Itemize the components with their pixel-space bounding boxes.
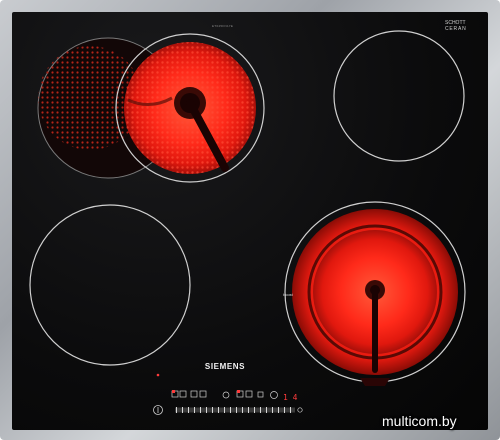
serial-number-text: ET645FN17E [212, 24, 234, 28]
schott-ceran-logo: SCHOTT CERAN [445, 20, 467, 32]
timer-display: 1 4 [283, 393, 298, 402]
cooktop-zones-svg [29, 30, 466, 415]
zone-select-icon-4[interactable] [199, 390, 207, 398]
rear-left-zone [37, 33, 265, 183]
rear-right-zone [333, 30, 465, 162]
power-slider[interactable] [175, 407, 295, 413]
brand-logo: SIEMENS [204, 362, 246, 371]
schott-logo-line2: CERAN [445, 26, 467, 32]
zone-select-icon-3[interactable] [190, 390, 198, 398]
front-right-zone [284, 201, 466, 386]
zone-select-icon-2[interactable] [179, 390, 187, 398]
lock-icon[interactable] [257, 391, 264, 398]
plus-icon[interactable] [297, 407, 303, 413]
zone-select-icon-6[interactable] [245, 390, 253, 398]
front-left-zone [29, 204, 191, 366]
timer-icon[interactable] [270, 391, 278, 399]
dual-zone-icon[interactable] [222, 391, 230, 399]
boost-label: boost [283, 292, 293, 297]
indicator-led [156, 373, 160, 377]
control-panel [153, 373, 303, 415]
watermark: multicom.by [382, 413, 457, 429]
